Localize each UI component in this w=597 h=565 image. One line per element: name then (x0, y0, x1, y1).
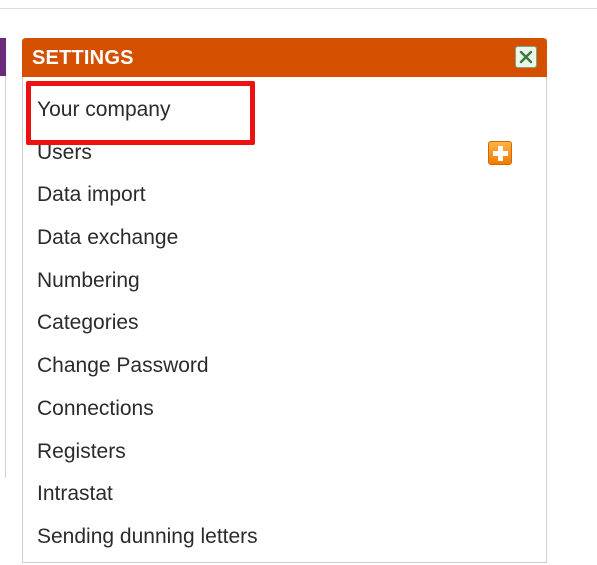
close-button[interactable] (515, 46, 537, 68)
settings-menu: Your company Users Data import Data exch… (37, 88, 258, 558)
top-divider (0, 8, 597, 9)
menu-item-data-exchange[interactable]: Data exchange (37, 216, 258, 259)
close-icon (516, 47, 536, 67)
menu-item-registers[interactable]: Registers (37, 430, 258, 473)
settings-title: SETTINGS (32, 47, 134, 69)
left-panel-edge (0, 38, 6, 478)
menu-item-data-import[interactable]: Data import (37, 173, 258, 216)
menu-item-intrastat[interactable]: Intrastat (37, 472, 258, 515)
menu-item-categories[interactable]: Categories (37, 301, 258, 344)
menu-item-connections[interactable]: Connections (37, 387, 258, 430)
left-panel-header-accent (0, 38, 6, 76)
settings-header: SETTINGS (22, 38, 547, 77)
menu-item-change-password[interactable]: Change Password (37, 344, 258, 387)
menu-item-sending-dunning-letters[interactable]: Sending dunning letters (37, 515, 258, 558)
highlight-box (26, 81, 255, 145)
add-user-button[interactable] (488, 141, 512, 165)
menu-item-numbering[interactable]: Numbering (37, 259, 258, 302)
